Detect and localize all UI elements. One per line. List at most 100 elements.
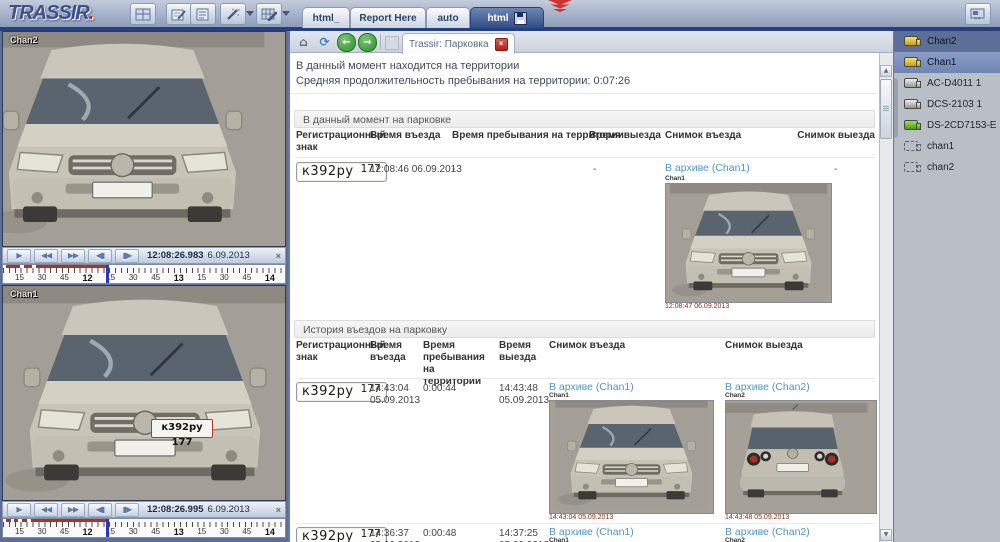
refresh-icon[interactable]: ⟳	[316, 33, 333, 50]
play-icon[interactable]: ▶	[7, 503, 31, 517]
svg-text:»»: »»	[974, 15, 982, 21]
column-header: Время выезда	[499, 340, 544, 364]
snapshot-timestamp: 12:08:47 06.09.2013	[665, 303, 729, 310]
sidebar-item-ac-d4011[interactable]: AC-D4011 1	[894, 73, 1000, 94]
camera-empty-icon	[904, 141, 918, 151]
snapshot-channel-label: Chan1	[665, 175, 685, 182]
exit-time-cell: 14:37:2505.09.2013	[499, 528, 549, 542]
column-header: Регистрационный знак	[296, 130, 374, 154]
snapshot-channel-label: Chan2	[725, 537, 745, 542]
entry-snapshot[interactable]	[665, 183, 832, 303]
column-header: Снимок выезда	[725, 340, 803, 352]
settings-dropdown-icon[interactable]	[282, 11, 290, 16]
snapshot-channel-label: Chan1	[549, 537, 569, 542]
sidebar-item-chan1[interactable]: Chan1	[894, 52, 1000, 73]
forward-icon[interactable]: →	[358, 33, 377, 52]
snapshot-channel-label: Chan2	[725, 392, 745, 399]
scroll-down-icon[interactable]: ▼	[880, 529, 892, 541]
disabled-tab-stub	[385, 36, 399, 50]
sidebar-item-ds-2cd7153[interactable]: DS-2CD7153-E 1	[894, 115, 1000, 136]
camera-yellow-icon	[904, 36, 918, 46]
edit-template-icon[interactable]	[166, 3, 192, 25]
jump-start-icon[interactable]: ◀◀	[34, 249, 58, 263]
wand-dropdown-icon[interactable]	[246, 11, 254, 16]
tab-auto[interactable]: auto	[426, 7, 470, 28]
video-column: Chan2 ▶ ◀◀ ▶▶ ◀▮ ▮▶ 12:08:26.9836.09.201…	[0, 31, 288, 542]
snapshot-channel-label: Chan1	[549, 392, 569, 399]
camera-gray-icon	[904, 99, 918, 109]
sidebar-item-chan1-lower[interactable]: chan1	[894, 136, 1000, 157]
camera-yellow-icon	[904, 57, 918, 67]
entry-snapshot[interactable]	[549, 400, 714, 514]
channel-label: Chan1	[10, 289, 38, 299]
playback-timestamp: 12:08:26.9956.09.2013	[147, 504, 250, 515]
column-header: Снимок въезда	[549, 340, 625, 352]
camera-gray-icon	[904, 78, 918, 88]
status-line-average: Средняя продолжительность пребывания на …	[296, 75, 630, 87]
scroll-up-icon[interactable]: ▲	[880, 65, 892, 77]
exit-snapshot-cell: -	[834, 164, 837, 176]
tab-html-underscore[interactable]: html_	[302, 7, 350, 28]
column-header: Регистрационный знак	[296, 340, 374, 364]
video-frame-chan1[interactable]: Chan1 к392ру 177	[2, 285, 286, 501]
exit-time-cell: -	[593, 164, 596, 176]
screen-layout-icon[interactable]	[130, 3, 156, 25]
play-icon[interactable]: ▶	[7, 249, 31, 263]
panel-toggle-button[interactable]: »»	[965, 3, 991, 25]
column-header: Время въезда	[370, 340, 418, 364]
jump-end-icon[interactable]: ▶▶	[61, 503, 85, 517]
jump-end-icon[interactable]: ▶▶	[61, 249, 85, 263]
stay-time-cell: 0:00:44	[423, 383, 456, 395]
sidebar-item-chan2-lower[interactable]: chan2	[894, 157, 1000, 178]
entry-time-cell: 12:08:46 06.09.2013	[370, 164, 462, 176]
report-template-icon[interactable]	[190, 3, 216, 25]
sidebar-item-chan2[interactable]: Chan2	[894, 31, 1000, 52]
license-plate-overlay: к392ру 177	[151, 419, 213, 438]
timeline-ruler-chan2[interactable]: 153045121530451315304514	[2, 264, 286, 284]
step-forward-icon[interactable]: ▮▶	[115, 249, 139, 263]
sidebar-item-dcs-2103[interactable]: DCS-2103 1	[894, 94, 1000, 115]
column-header: Время въезда	[370, 130, 440, 142]
column-header: Время пребывания на территории	[423, 340, 491, 388]
home-icon[interactable]: ⌂	[295, 33, 312, 50]
playback-bar-chan2: ▶ ◀◀ ▶▶ ◀▮ ▮▶ 12:08:26.9836.09.2013 ×	[2, 247, 286, 264]
playhead[interactable]	[106, 265, 109, 284]
dssl-logo	[548, 0, 572, 12]
column-header: Снимок въезда	[665, 130, 741, 142]
video-frame-chan2[interactable]: Chan2	[2, 31, 286, 247]
trassir-window: TRASSIR. html_ Report Here auto html »» …	[0, 0, 1000, 542]
column-header: Время выезда	[589, 130, 661, 142]
scrollbar-thumb[interactable]	[880, 79, 892, 139]
ruler-labels: 153045121530451315304514	[3, 527, 286, 537]
snapshot-timestamp: 14:43:48 05.09.2013	[725, 514, 789, 521]
step-back-icon[interactable]: ◀▮	[88, 503, 112, 517]
jump-start-icon[interactable]: ◀◀	[34, 503, 58, 517]
ruler-labels: 153045121530451315304514	[3, 273, 286, 283]
step-forward-icon[interactable]: ▮▶	[115, 503, 139, 517]
settings-grid-icon[interactable]	[256, 3, 282, 25]
playhead[interactable]	[106, 519, 109, 538]
exit-snapshot[interactable]	[725, 400, 877, 514]
automation-wand-icon[interactable]	[220, 3, 246, 25]
section-header-current: В данный момент на парковке	[294, 110, 875, 128]
tab-close-icon[interactable]: ×	[495, 38, 508, 51]
browser-nav-bar: ⌂ ⟳ ← → Trassir: Парковка ×	[290, 31, 893, 53]
channel-label: Chan2	[10, 35, 38, 45]
report-browser-panel: ⌂ ⟳ ← → Trassir: Парковка × В данный мом…	[290, 31, 893, 542]
camera-green-icon	[904, 120, 918, 130]
step-back-icon[interactable]: ◀▮	[88, 249, 112, 263]
playback-bar-chan1: ▶ ◀◀ ▶▶ ◀▮ ▮▶ 12:08:26.9956.09.2013 ×	[2, 501, 286, 518]
stay-time-cell: 0:00:48	[423, 528, 456, 540]
close-icon[interactable]: ×	[276, 251, 281, 261]
entry-archive-link[interactable]: В архиве (Chan1)	[665, 162, 750, 174]
tab-report-here[interactable]: Report Here	[350, 7, 426, 28]
divider	[294, 378, 875, 379]
timeline-ruler-chan1[interactable]: 153045121530451315304514	[2, 518, 286, 538]
entry-time-cell: 14:36:3705.09.2013	[370, 528, 420, 542]
section-header-history: История въездов на парковку	[294, 320, 875, 338]
browser-tab-parking[interactable]: Trassir: Парковка ×	[402, 33, 515, 54]
stay-time-cell: -	[452, 164, 455, 176]
tab-html-active[interactable]: html	[470, 7, 544, 28]
back-icon[interactable]: ←	[337, 33, 356, 52]
close-icon[interactable]: ×	[276, 505, 281, 515]
